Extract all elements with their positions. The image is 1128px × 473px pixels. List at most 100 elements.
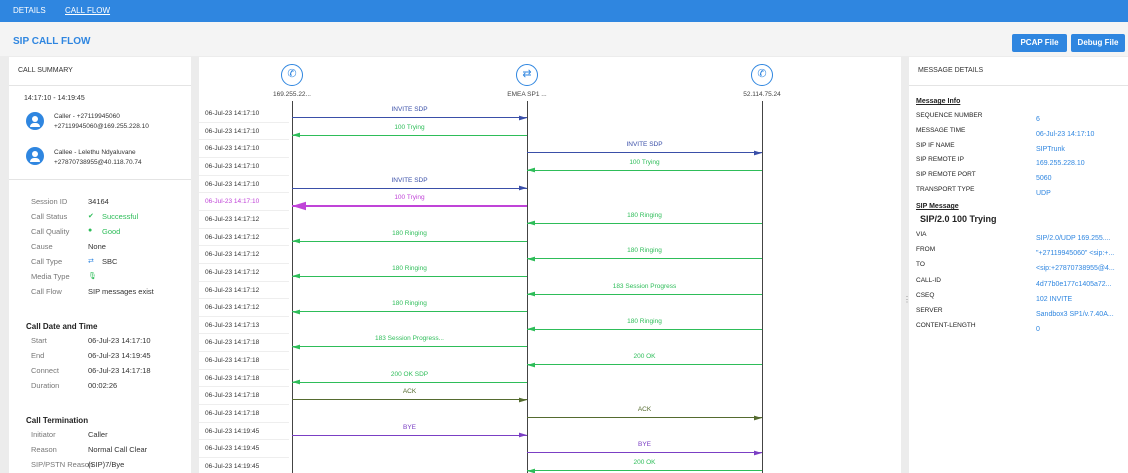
message-time[interactable]: 06-Jul-23 14:17:13: [205, 322, 259, 329]
message-arrow[interactable]: [292, 187, 527, 189]
message-label[interactable]: 180 Ringing: [527, 247, 762, 254]
arrowhead-icon: [292, 273, 300, 279]
message-arrow[interactable]: [527, 417, 762, 419]
message-time[interactable]: 06-Jul-23 14:17:12: [205, 234, 259, 241]
summary-field-label: Session ID: [31, 197, 68, 206]
message-label[interactable]: INVITE SDP: [292, 106, 527, 113]
message-label[interactable]: ACK: [292, 388, 527, 395]
message-arrow[interactable]: [292, 346, 527, 348]
message-arrow[interactable]: [292, 134, 527, 136]
message-time[interactable]: 06-Jul-23 14:17:12: [205, 216, 259, 223]
message-time[interactable]: 06-Jul-23 14:17:12: [205, 269, 259, 276]
message-time[interactable]: 06-Jul-23 14:17:10: [205, 110, 259, 117]
message-label[interactable]: 200 OK: [527, 459, 762, 466]
info-row-value: UDP: [1036, 190, 1051, 197]
message-arrow[interactable]: [292, 434, 527, 436]
arrowhead-icon: [292, 344, 300, 350]
message-details-header: MESSAGE DETAILS: [918, 67, 984, 74]
row-separator: [199, 351, 289, 353]
tab-details[interactable]: DETAILS: [13, 6, 46, 15]
sip-row-label: VIA: [916, 231, 927, 238]
tab-call-flow[interactable]: CALL FLOW: [65, 6, 110, 15]
message-arrow[interactable]: [292, 205, 527, 208]
message-details-panel: MESSAGE DETAILS Message Info SEQUENCE NU…: [909, 57, 1128, 473]
message-time[interactable]: 06-Jul-23 14:17:10: [205, 198, 259, 205]
endpoint-label: 52.114.75.24: [743, 91, 781, 98]
message-time[interactable]: 06-Jul-23 14:17:18: [205, 375, 259, 382]
message-label[interactable]: 180 Ringing: [292, 300, 527, 307]
message-arrow[interactable]: [292, 399, 527, 401]
debug-file-button[interactable]: Debug File: [1071, 34, 1125, 52]
message-label[interactable]: 180 Ringing: [527, 318, 762, 325]
message-arrow[interactable]: [527, 470, 762, 471]
date-row-value: 06-Jul-23 14:17:18: [88, 366, 151, 375]
message-time[interactable]: 06-Jul-23 14:17:10: [205, 163, 259, 170]
message-label[interactable]: 100 Trying: [527, 159, 762, 166]
sip-row-value: Sandbox3 SP1/v.7.40A...: [1036, 311, 1114, 318]
message-arrow[interactable]: [292, 275, 527, 277]
row-separator: [199, 192, 289, 194]
message-time[interactable]: 06-Jul-23 14:19:45: [205, 445, 259, 452]
message-label[interactable]: INVITE SDP: [527, 141, 762, 148]
message-arrow[interactable]: [292, 311, 527, 313]
arrowhead-icon: [527, 256, 535, 262]
endpoint-label: EMEA SP1 ...: [507, 91, 547, 98]
row-separator: [199, 156, 289, 158]
message-label[interactable]: 200 OK: [527, 353, 762, 360]
message-label[interactable]: 180 Ringing: [292, 265, 527, 272]
row-separator: [199, 333, 289, 335]
row-separator: [199, 174, 289, 176]
message-label[interactable]: 100 Trying: [292, 194, 527, 201]
sip-row-value: SIP/2.0/UDP 169.255....: [1036, 235, 1111, 242]
sip-row-value: <sip:+27870738955@4...: [1036, 265, 1115, 273]
sip-row-value: "+27119945060" <sip:+...: [1036, 250, 1115, 258]
message-time[interactable]: 06-Jul-23 14:17:18: [205, 410, 259, 417]
message-time[interactable]: 06-Jul-23 14:17:18: [205, 357, 259, 364]
message-label[interactable]: INVITE SDP: [292, 177, 527, 184]
message-time[interactable]: 06-Jul-23 14:17:10: [205, 128, 259, 135]
message-label[interactable]: 200 OK SDP: [292, 371, 527, 378]
message-arrow[interactable]: [292, 117, 527, 118]
message-arrow[interactable]: [527, 169, 762, 171]
message-time[interactable]: 06-Jul-23 14:17:12: [205, 287, 259, 294]
message-label[interactable]: 180 Ringing: [527, 212, 762, 219]
pcap-file-button[interactable]: PCAP File: [1012, 34, 1067, 52]
message-label[interactable]: 183 Session Progress: [527, 283, 762, 290]
message-time[interactable]: 06-Jul-23 14:19:45: [205, 463, 259, 470]
message-time[interactable]: 06-Jul-23 14:17:12: [205, 304, 259, 311]
message-time[interactable]: 06-Jul-23 14:19:45: [205, 428, 259, 435]
row-separator: [199, 262, 289, 264]
message-arrow[interactable]: [527, 452, 762, 454]
message-time[interactable]: 06-Jul-23 14:17:10: [205, 145, 259, 152]
message-label[interactable]: BYE: [292, 424, 527, 431]
message-arrow[interactable]: [292, 381, 527, 383]
message-label[interactable]: BYE: [527, 441, 762, 448]
message-time[interactable]: 06-Jul-23 14:17:12: [205, 251, 259, 258]
row-separator: [199, 280, 289, 282]
message-label[interactable]: ACK: [527, 406, 762, 413]
info-row-value: 5060: [1036, 175, 1052, 183]
message-time[interactable]: 06-Jul-23 14:17:18: [205, 392, 259, 399]
message-arrow[interactable]: [527, 258, 762, 260]
message-arrow[interactable]: [527, 152, 762, 154]
message-arrow[interactable]: [527, 293, 762, 295]
sip-row-value: 0: [1036, 326, 1040, 334]
summary-field-label: Call Type: [31, 257, 63, 266]
message-label[interactable]: 180 Ringing: [292, 230, 527, 237]
message-arrow[interactable]: [527, 222, 762, 224]
sip-row-label: CSEQ: [916, 291, 935, 299]
info-row-value: 06-Jul-23 14:17:10: [1036, 130, 1095, 138]
dot-icon: ●: [88, 227, 93, 234]
sbc-icon: ⇄: [88, 258, 94, 265]
message-arrow[interactable]: [527, 364, 762, 366]
message-time[interactable]: 06-Jul-23 14:17:18: [205, 339, 259, 346]
message-label[interactable]: 100 Trying: [292, 124, 527, 131]
row-separator: [199, 457, 289, 458]
message-arrow[interactable]: [292, 240, 527, 242]
sip-status-line: SIP/2.0 100 Trying: [920, 214, 997, 224]
summary-field-value: Successful: [102, 212, 139, 221]
row-separator: [199, 439, 289, 441]
message-time[interactable]: 06-Jul-23 14:17:10: [205, 181, 259, 188]
message-arrow[interactable]: [527, 328, 762, 330]
message-label[interactable]: 183 Session Progress...: [292, 335, 527, 342]
